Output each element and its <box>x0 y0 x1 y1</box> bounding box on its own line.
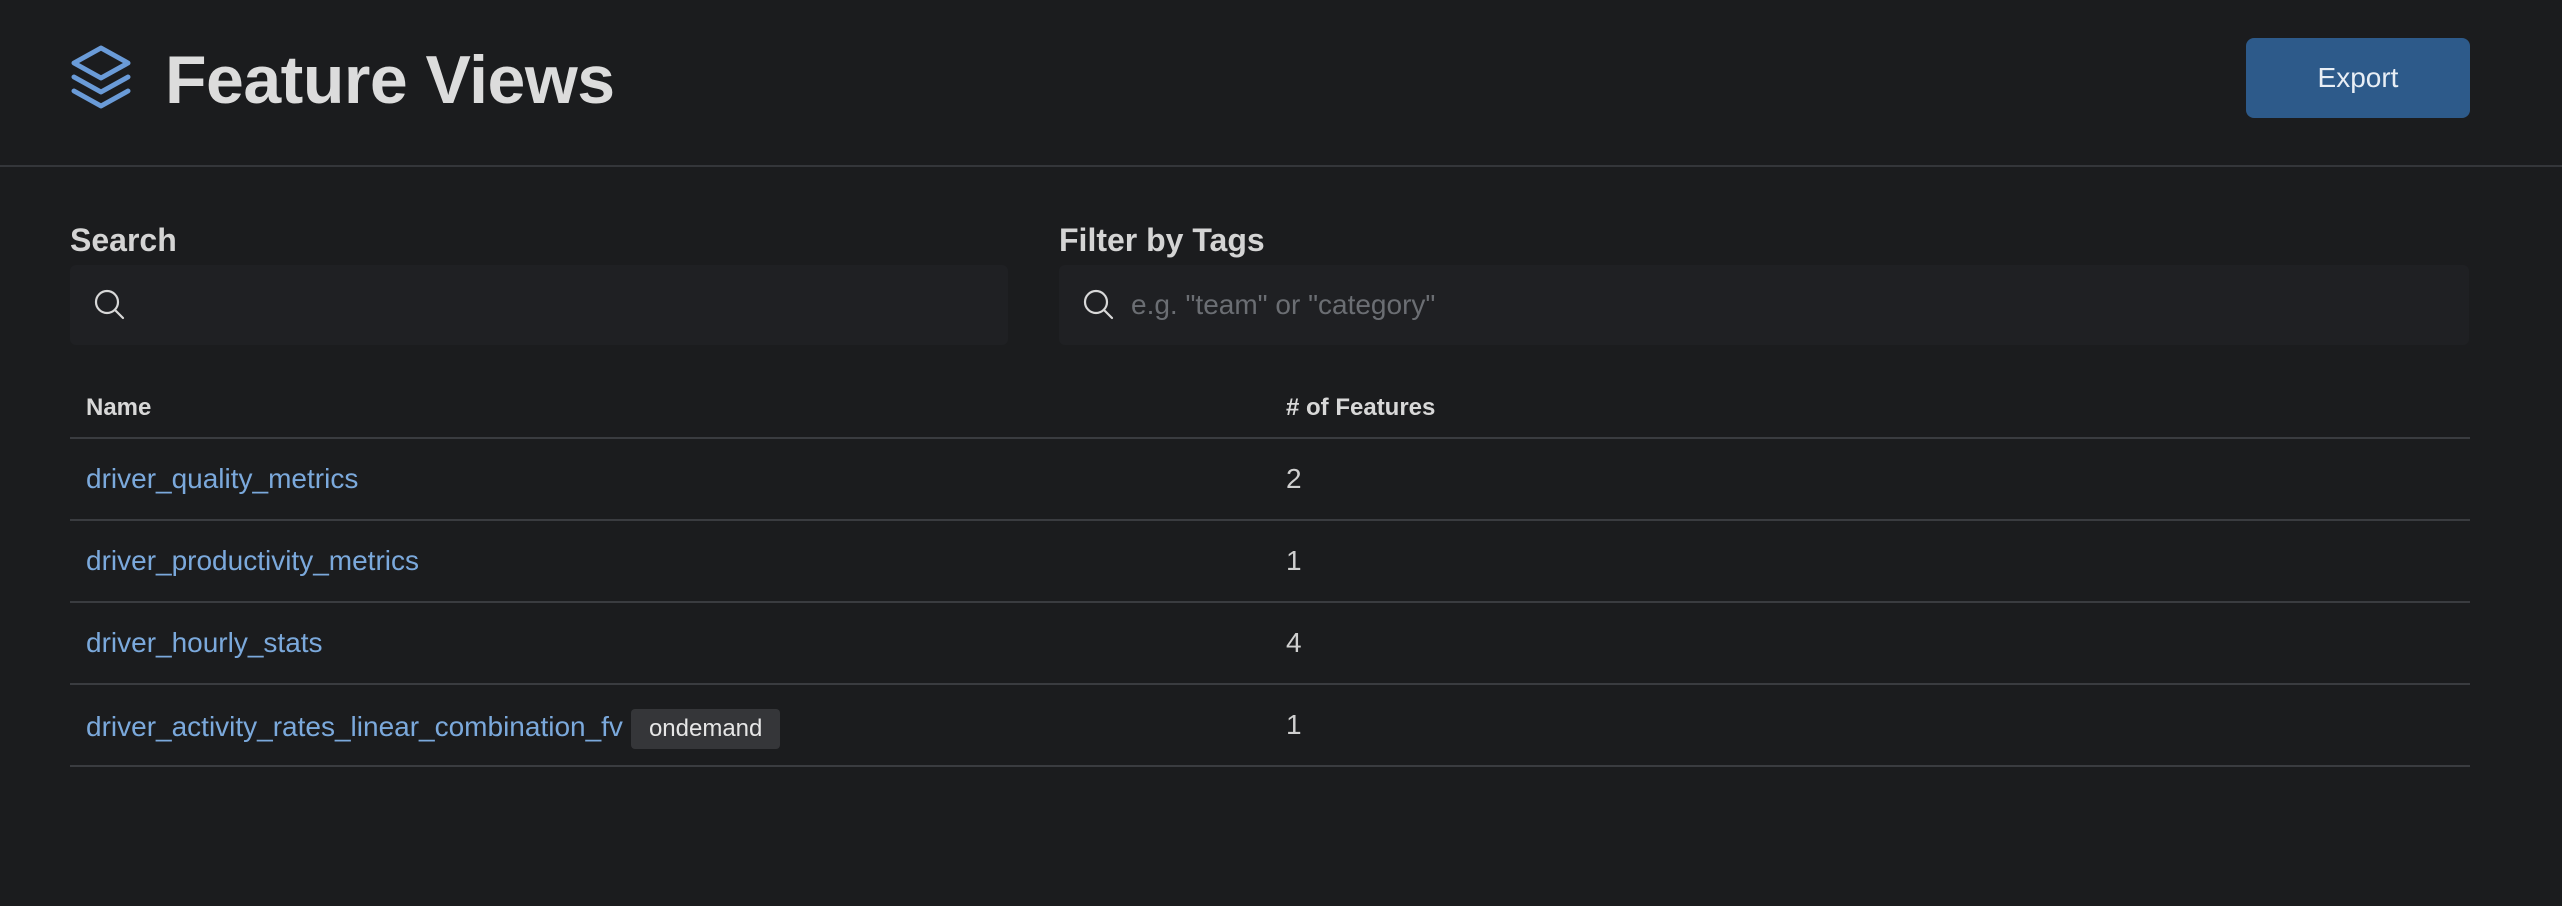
search-input[interactable] <box>140 265 988 345</box>
export-button[interactable]: Export <box>2246 38 2470 118</box>
tags-filter-box <box>1059 265 2469 345</box>
feature-view-link[interactable]: driver_hourly_stats <box>86 625 323 661</box>
feature-count: 1 <box>1286 545 1302 576</box>
search-label: Search <box>70 222 177 258</box>
feature-count: 2 <box>1286 463 1302 494</box>
feature-count: 4 <box>1286 627 1302 658</box>
page-title: Feature Views <box>165 42 615 118</box>
tags-filter-input[interactable] <box>1129 265 2449 345</box>
search-icon <box>94 289 125 320</box>
column-header-name[interactable]: Name <box>86 392 151 424</box>
name-cell: driver_productivity_metrics <box>86 543 419 579</box>
name-cell: driver_activity_rates_linear_combination… <box>86 707 781 749</box>
feature-views-table: Name # of Features driver_quality_metric… <box>70 376 2470 767</box>
search-icon <box>1083 289 1114 320</box>
feature-view-link[interactable]: driver_activity_rates_linear_combination… <box>86 709 623 745</box>
table-row: driver_productivity_metrics 1 <box>70 521 2470 603</box>
name-cell: driver_quality_metrics <box>86 461 358 497</box>
table-row: driver_activity_rates_linear_combination… <box>70 685 2470 767</box>
layers-icon <box>71 45 131 109</box>
ondemand-badge: ondemand <box>630 709 781 749</box>
feature-count: 1 <box>1286 709 1302 740</box>
table-row: driver_hourly_stats 4 <box>70 603 2470 685</box>
feature-view-link[interactable]: driver_quality_metrics <box>86 461 358 497</box>
search-box <box>70 265 1008 345</box>
feature-view-link[interactable]: driver_productivity_metrics <box>86 543 419 579</box>
table-header: Name # of Features <box>70 376 2470 439</box>
column-header-feature-count[interactable]: # of Features <box>1286 392 1435 424</box>
page-header: Feature Views Export <box>0 0 2562 167</box>
name-cell: driver_hourly_stats <box>86 625 323 661</box>
table-row: driver_quality_metrics 2 <box>70 439 2470 521</box>
tags-filter-label: Filter by Tags <box>1059 222 1265 258</box>
